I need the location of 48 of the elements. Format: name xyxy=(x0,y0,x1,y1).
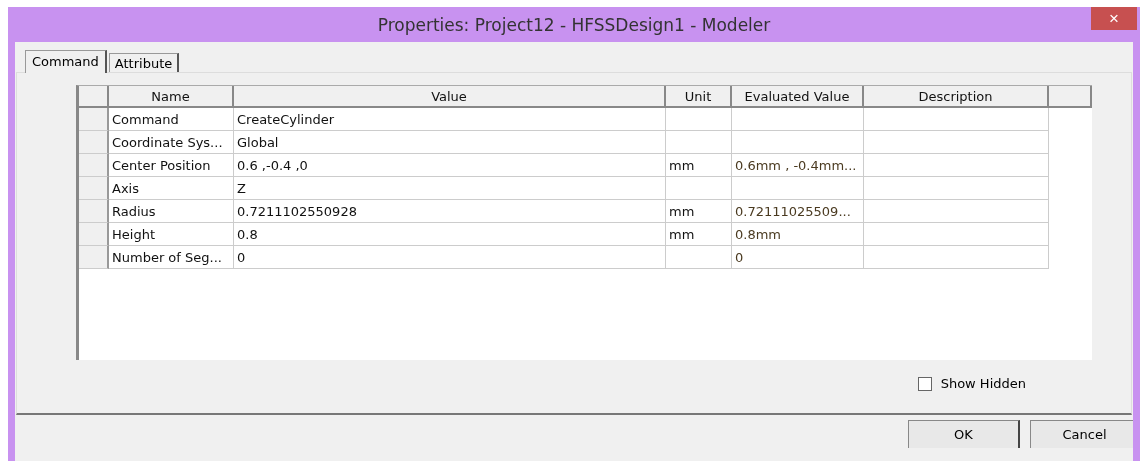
row-header[interactable] xyxy=(79,154,109,177)
tab[interactable]: Command xyxy=(25,50,107,73)
corner-header xyxy=(79,86,109,108)
table-cell xyxy=(666,131,732,154)
row-header[interactable] xyxy=(79,108,109,131)
table-cell[interactable]: 0 xyxy=(234,246,666,269)
table-cell[interactable]: CreateCylinder xyxy=(234,108,666,131)
column-header[interactable]: Unit xyxy=(666,86,732,108)
cancel-button[interactable]: Cancel xyxy=(1030,420,1133,448)
table-cell: Axis xyxy=(109,177,234,200)
table-cell[interactable]: 0.6 ,-0.4 ,0 xyxy=(234,154,666,177)
row-header[interactable] xyxy=(79,131,109,154)
table-cell: 0 xyxy=(732,246,864,269)
table-cell: Center Position xyxy=(109,154,234,177)
tab[interactable]: Attribute xyxy=(108,53,180,72)
table-cell xyxy=(666,246,732,269)
column-header[interactable]: Name xyxy=(109,86,234,108)
row-header[interactable] xyxy=(79,246,109,269)
table-cell: 0.6mm , -0.4mm... xyxy=(732,154,864,177)
show-hidden-checkbox[interactable]: Show Hidden xyxy=(917,376,1026,391)
table-cell: 0.8mm xyxy=(732,223,864,246)
ok-button[interactable]: OK xyxy=(908,420,1020,448)
table-cell: Height xyxy=(109,223,234,246)
window-title: Properties: Project12 - HFSSDesign1 - Modeler xyxy=(377,15,771,35)
row-header[interactable] xyxy=(79,200,109,223)
checkbox-square[interactable] xyxy=(917,376,932,391)
table-cell: Coordinate Sys... xyxy=(109,131,234,154)
row-header[interactable] xyxy=(79,223,109,246)
table-cell: Radius xyxy=(109,200,234,223)
table-cell[interactable]: 0.8 xyxy=(234,223,666,246)
column-header[interactable]: Value xyxy=(234,86,666,108)
table-cell: mm xyxy=(666,200,732,223)
column-header[interactable]: Evaluated Value xyxy=(732,86,864,108)
table-cell xyxy=(666,177,732,200)
checkbox-label: Show Hidden xyxy=(940,376,1026,391)
table-cell: 0.72111025509... xyxy=(732,200,864,223)
close-button[interactable]: × xyxy=(1091,7,1137,30)
table-cell: Number of Seg... xyxy=(109,246,234,269)
table-cell[interactable]: Z xyxy=(234,177,666,200)
filler-header xyxy=(1049,86,1092,108)
table-cell xyxy=(666,108,732,131)
table-cell: mm xyxy=(666,223,732,246)
table-cell[interactable]: 0.7211102550928 xyxy=(234,200,666,223)
table-cell: Command xyxy=(109,108,234,131)
table-cell: mm xyxy=(666,154,732,177)
column-header[interactable]: Description xyxy=(864,86,1049,108)
row-header[interactable] xyxy=(79,177,109,200)
table-cell[interactable]: Global xyxy=(234,131,666,154)
